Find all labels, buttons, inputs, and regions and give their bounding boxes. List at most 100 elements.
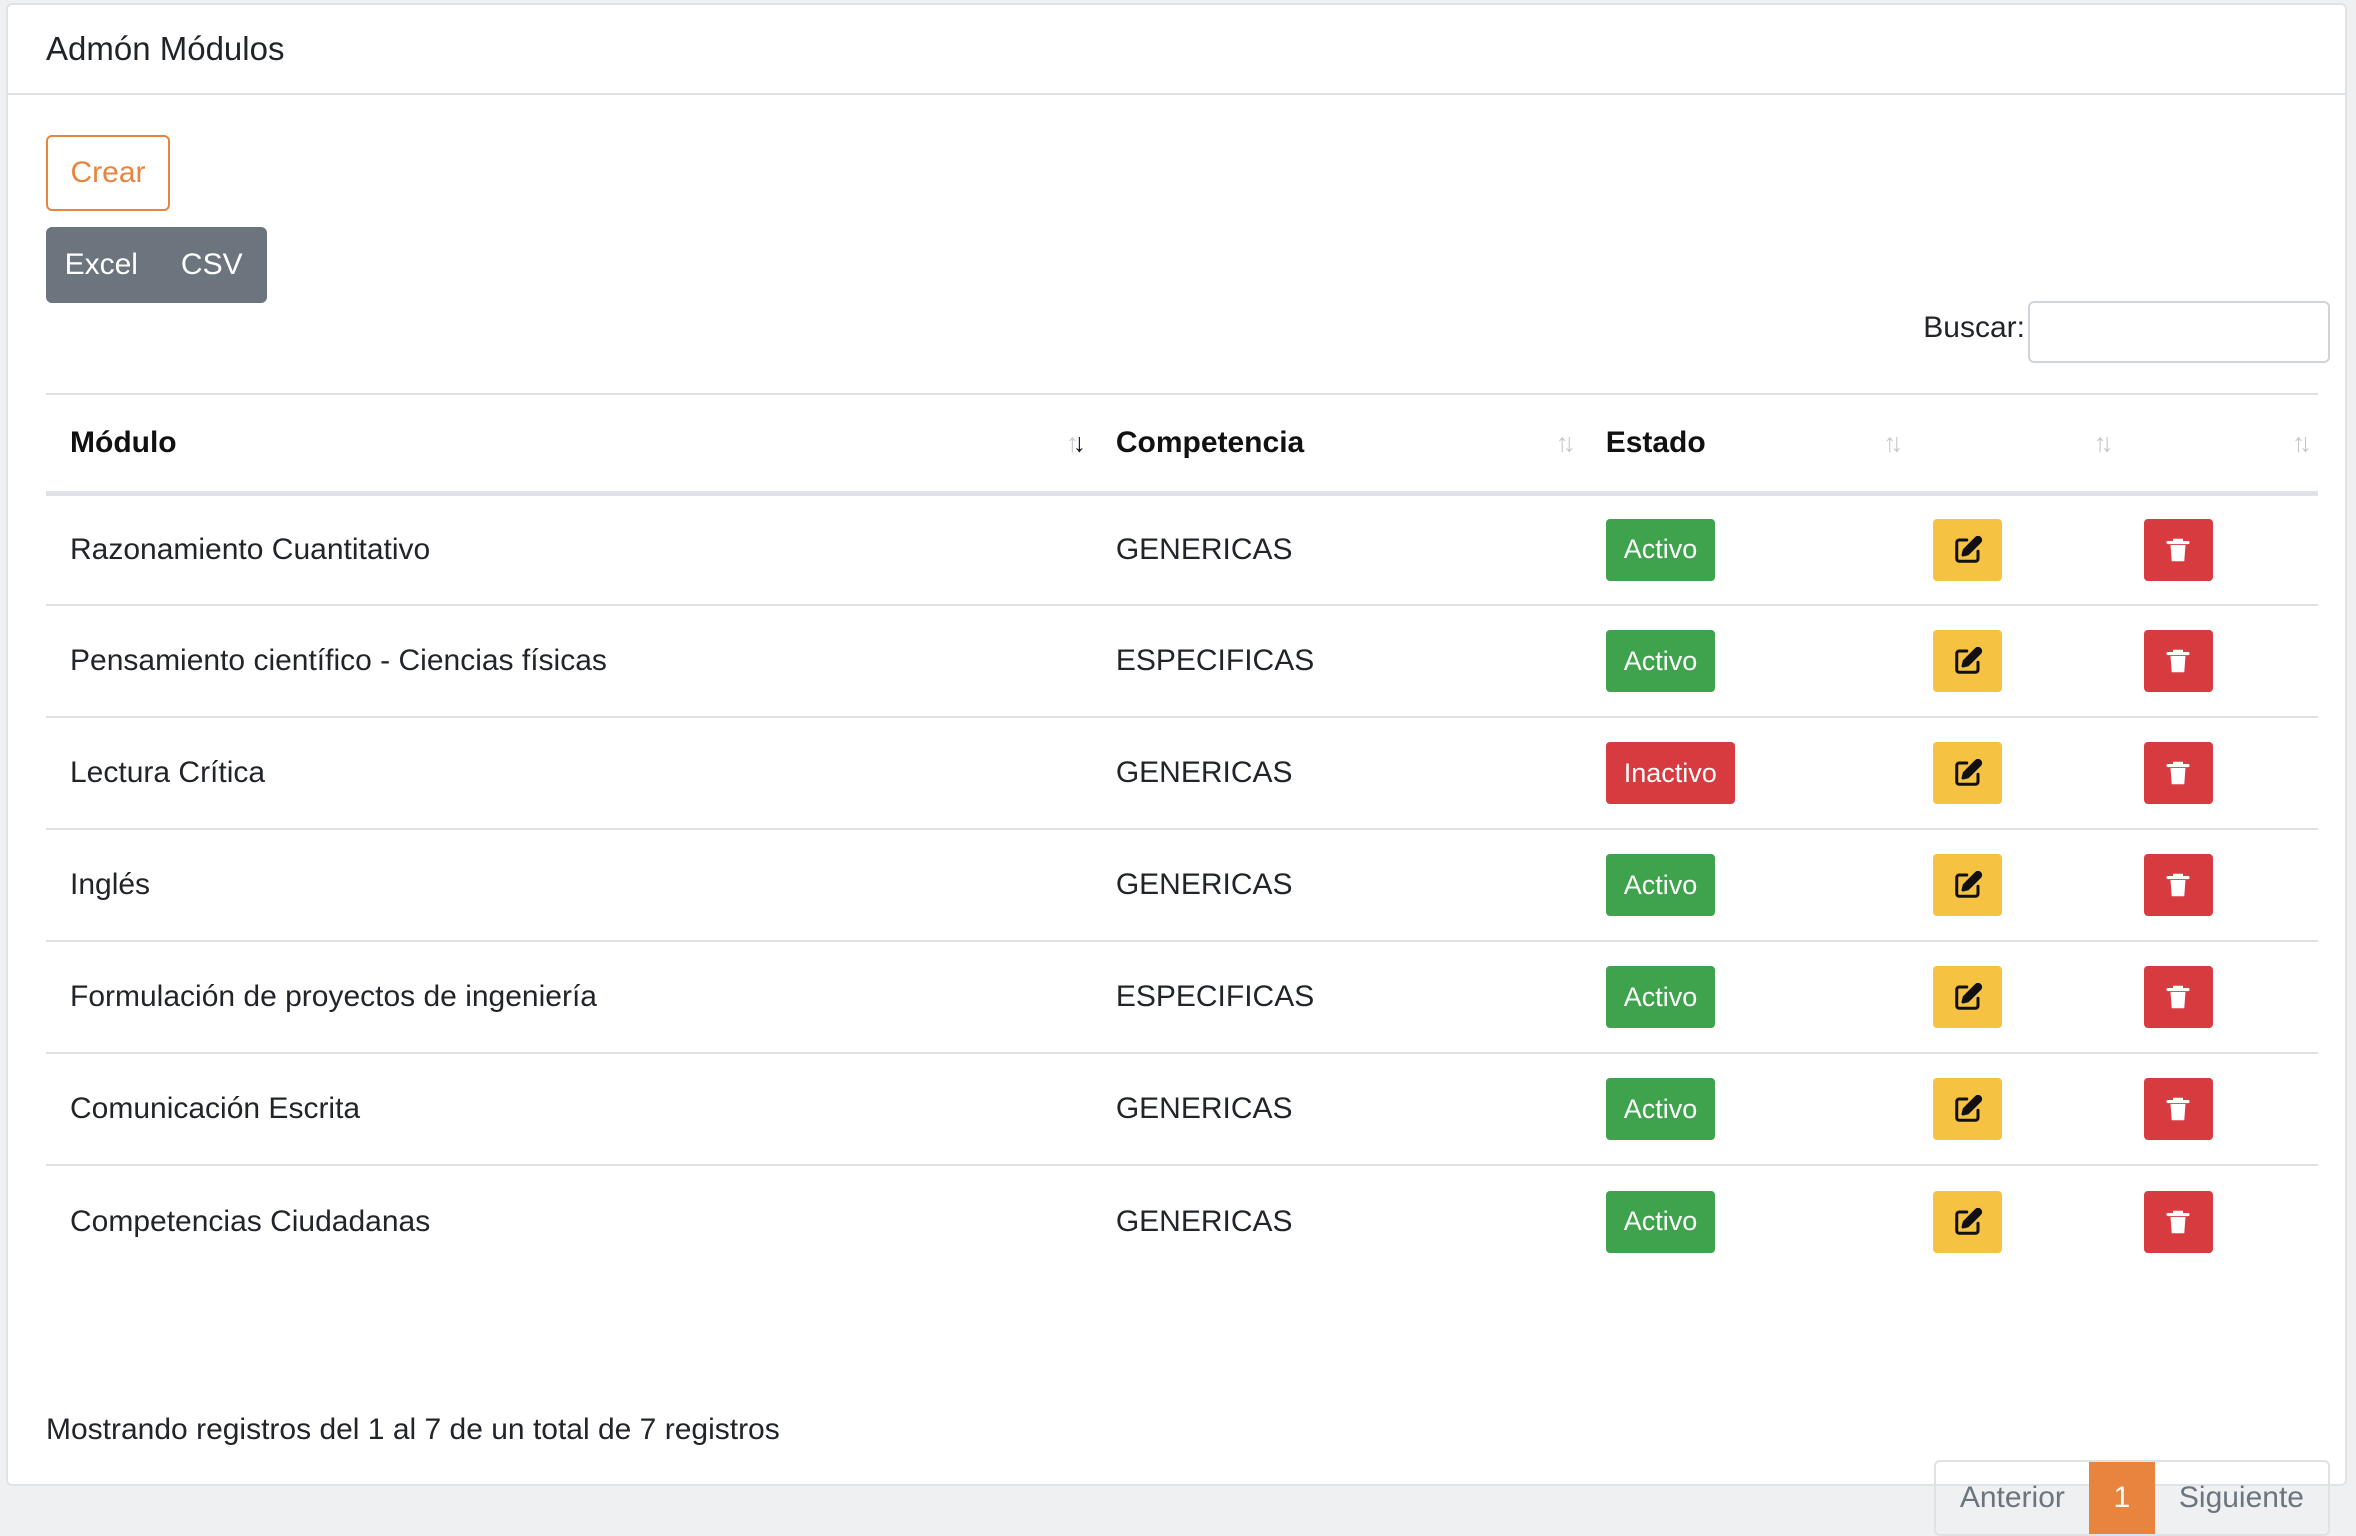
column-header-action-4[interactable]: ↑↓ xyxy=(2120,394,2318,493)
trash-icon xyxy=(2163,870,2193,900)
sort-icon[interactable]: ↑↓ xyxy=(2292,427,2312,458)
edit-icon xyxy=(1953,646,1983,676)
status-badge: Activo xyxy=(1605,1078,1716,1140)
cell-modulo: Lectura Crítica xyxy=(70,756,266,789)
trash-icon xyxy=(2163,646,2193,676)
edit-icon xyxy=(1953,1207,1983,1237)
column-header-label: Módulo xyxy=(70,425,177,459)
cell-estado: Activo xyxy=(1582,605,1910,717)
trash-icon xyxy=(2163,535,2193,565)
cell-modulo: Comunicación Escrita xyxy=(70,1092,361,1125)
delete-button[interactable] xyxy=(2143,854,2213,916)
export-button-group: Excel CSV xyxy=(46,227,267,303)
cell-delete xyxy=(2120,605,2318,717)
delete-button[interactable] xyxy=(2143,1190,2213,1253)
edit-button[interactable] xyxy=(1933,630,2003,692)
pagination-next[interactable]: Siguiente xyxy=(2155,1462,2328,1534)
delete-button[interactable] xyxy=(2143,742,2213,804)
cell-modulo: Competencias Ciudadanas xyxy=(70,1204,431,1238)
edit-button[interactable] xyxy=(1933,518,2003,581)
delete-button[interactable] xyxy=(2143,1078,2213,1140)
cell-edit xyxy=(1909,941,2119,1053)
modules-card: Admón Módulos Crear Excel CSV Buscar: Mó… xyxy=(6,3,2347,1536)
table-row: Competencias Ciudadanas GENERICAS Activo xyxy=(46,1165,2318,1277)
table-row: Inglés GENERICAS Activo xyxy=(46,829,2318,941)
cell-estado: Activo xyxy=(1582,1165,1910,1277)
cell-estado: Activo xyxy=(1582,829,1910,941)
delete-button[interactable] xyxy=(2143,630,2213,692)
edit-icon xyxy=(1953,758,1983,788)
status-badge: Activo xyxy=(1605,1190,1716,1253)
column-header-label: Competencia xyxy=(1115,425,1305,459)
status-badge: Activo xyxy=(1605,518,1716,581)
cell-estado: Activo xyxy=(1582,493,1910,605)
column-header-módulo[interactable]: Módulo ↑↓ xyxy=(46,394,1092,493)
table-row: Lectura Crítica GENERICAS Inactivo xyxy=(46,717,2318,829)
status-badge: Inactivo xyxy=(1605,742,1735,804)
table-body: Razonamiento Cuantitativo GENERICAS Activo… xyxy=(46,493,2318,1277)
cell-delete xyxy=(2120,493,2318,605)
csv-export-button[interactable]: CSV xyxy=(157,227,268,303)
status-badge: Activo xyxy=(1605,854,1716,916)
table-row: Comunicación Escrita GENERICAS Activo xyxy=(46,1053,2318,1165)
column-header-label: Estado xyxy=(1605,425,1706,459)
table-row: Pensamiento científico - Ciencias física… xyxy=(46,605,2318,717)
cell-competencia: GENERICAS xyxy=(1115,756,1293,789)
sort-icon[interactable]: ↑↓ xyxy=(2094,427,2114,458)
create-button[interactable]: Crear xyxy=(46,135,170,211)
cell-competencia: GENERICAS xyxy=(1115,868,1293,901)
column-header-estado[interactable]: Estado ↑↓ xyxy=(1582,394,1910,493)
cell-delete xyxy=(2120,941,2318,1053)
cell-edit xyxy=(1909,1165,2119,1277)
column-header-action-3[interactable]: ↑↓ xyxy=(1909,394,2119,493)
trash-icon xyxy=(2163,758,2193,788)
cell-estado: Activo xyxy=(1582,941,1910,1053)
edit-button[interactable] xyxy=(1933,966,2003,1028)
table-header-row: Módulo ↑↓ Competencia ↑↓ Estado ↑↓ ↑↓ ↑↓ xyxy=(46,394,2318,493)
cell-edit xyxy=(1909,829,2119,941)
edit-icon xyxy=(1953,1094,1983,1124)
card-header: Admón Módulos xyxy=(8,5,2345,95)
cell-modulo: Formulación de proyectos de ingeniería xyxy=(70,980,597,1013)
search-label: Buscar: xyxy=(1923,311,2025,344)
delete-button[interactable] xyxy=(2143,966,2213,1028)
edit-button[interactable] xyxy=(1933,1078,2003,1140)
pagination-page-1[interactable]: 1 xyxy=(2088,1462,2155,1534)
cell-estado: Inactivo xyxy=(1582,717,1910,829)
column-header-competencia[interactable]: Competencia ↑↓ xyxy=(1092,394,1582,493)
table-row: Razonamiento Cuantitativo GENERICAS Activo xyxy=(46,493,2318,605)
cell-delete xyxy=(2120,717,2318,829)
trash-icon xyxy=(2163,1094,2193,1124)
cell-competencia: GENERICAS xyxy=(1115,1092,1293,1125)
edit-button[interactable] xyxy=(1933,854,2003,916)
cell-competencia: ESPECIFICAS xyxy=(1115,980,1315,1013)
sort-icon[interactable]: ↑↓ xyxy=(1883,427,1903,458)
cell-edit xyxy=(1909,605,2119,717)
cell-edit xyxy=(1909,717,2119,829)
status-badge: Activo xyxy=(1605,630,1716,692)
pagination-prev[interactable]: Anterior xyxy=(1936,1462,2089,1534)
sort-icon[interactable]: ↑↓ xyxy=(1556,427,1576,458)
edit-button[interactable] xyxy=(1933,742,2003,804)
cell-competencia: ESPECIFICAS xyxy=(1115,644,1315,677)
cell-modulo: Inglés xyxy=(70,868,151,901)
edit-icon xyxy=(1953,982,1983,1012)
edit-button[interactable] xyxy=(1933,1190,2003,1253)
search-input[interactable] xyxy=(2028,301,2330,363)
table-row: Formulación de proyectos de ingeniería ES… xyxy=(46,941,2318,1053)
cell-delete xyxy=(2120,829,2318,941)
table-info: Mostrando registros del 1 al 7 de un tot… xyxy=(46,1413,780,1446)
cell-modulo: Razonamiento Cuantitativo xyxy=(70,532,431,566)
edit-icon xyxy=(1953,535,1983,565)
sort-icon[interactable]: ↑↓ xyxy=(1066,427,1086,458)
cell-edit xyxy=(1909,493,2119,605)
status-badge: Activo xyxy=(1605,966,1716,1028)
delete-button[interactable] xyxy=(2143,518,2213,581)
cell-competencia: GENERICAS xyxy=(1115,1204,1293,1238)
trash-icon xyxy=(2163,1207,2193,1237)
page-title: Admón Módulos xyxy=(46,30,285,67)
pagination: Anterior 1 Siguiente xyxy=(1933,1460,2330,1536)
cell-edit xyxy=(1909,1053,2119,1165)
cell-delete xyxy=(2120,1053,2318,1165)
excel-export-button[interactable]: Excel xyxy=(46,227,157,303)
